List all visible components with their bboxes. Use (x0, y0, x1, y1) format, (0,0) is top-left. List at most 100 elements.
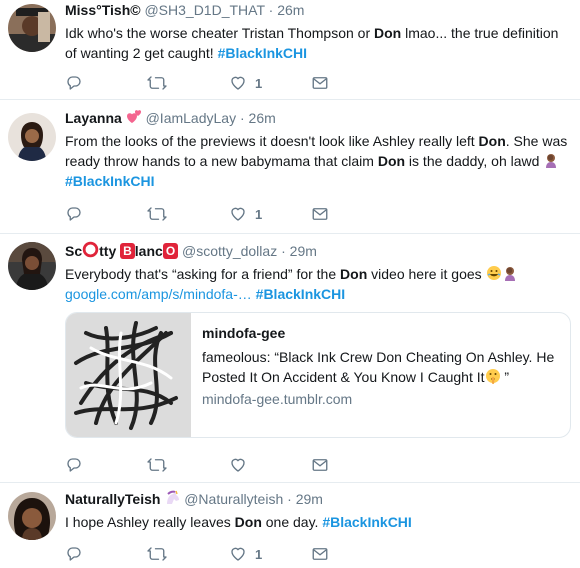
timestamp[interactable]: 29m (296, 491, 323, 507)
retweet-icon (147, 458, 167, 472)
retweet-button[interactable] (147, 544, 229, 564)
display-name[interactable]: Sc tty Blanc O (65, 241, 179, 259)
red-circle-o-emoji-icon (82, 241, 99, 258)
reply-button[interactable] (65, 73, 147, 93)
hashtag-link[interactable]: #BlackInkCHI (256, 286, 345, 302)
user-handle[interactable]: @IamLadyLay (146, 110, 236, 126)
like-button[interactable]: 1 (229, 204, 311, 224)
highlighted-term: Don (234, 514, 262, 530)
tweet-text: Everybody that's “asking for a friend” f… (65, 264, 572, 304)
envelope-icon (312, 77, 328, 89)
retweet-icon (147, 547, 167, 561)
tweet-header: Miss°Tish© @SH3_D1D_THAT · 26m (65, 1, 572, 19)
tweet-header: Sc tty Blanc O @scotty_dollaz · 29m (65, 241, 572, 260)
retweet-button[interactable] (147, 204, 229, 224)
heart-icon (231, 547, 245, 561)
envelope-icon (312, 459, 328, 471)
reply-button[interactable] (65, 455, 147, 475)
url-link[interactable]: google.com/amp/s/mindofa-… (65, 286, 252, 302)
text-segment: is the daddy, oh lawd (405, 153, 544, 169)
card-thumbnail (66, 313, 191, 437)
retweet-button[interactable] (147, 455, 229, 475)
avatar[interactable] (8, 492, 56, 540)
facepalm-emoji-icon (546, 154, 557, 168)
hashtag-link[interactable]: #BlackInkCHI (322, 514, 411, 530)
like-count: 1 (255, 206, 263, 222)
highlighted-term: Don (377, 153, 406, 169)
display-name[interactable]: Layanna (65, 110, 122, 126)
tweet[interactable]: Layanna @IamLadyLay · 26m From the looks… (0, 100, 580, 234)
hashtag-link[interactable]: #BlackInkCHI (218, 45, 307, 61)
reply-icon (67, 458, 81, 472)
tweet[interactable]: Sc tty Blanc O @scotty_dollaz · 29m Everyb… (0, 234, 580, 483)
rofl-emoji-icon (486, 266, 501, 280)
tweet-text: Idk who's the worse cheater Tristan Thom… (65, 23, 572, 63)
facepalm-emoji-icon (504, 267, 515, 281)
tweet-header: NaturallyTeish @Naturallyteish · 29m (65, 490, 572, 508)
reply-icon (67, 207, 81, 221)
unicorn-emoji-icon (167, 490, 180, 504)
like-count: 1 (255, 546, 263, 562)
text-segment: Idk who's the worse cheater Tristan Thom… (65, 25, 375, 41)
name-part: lanc (134, 243, 163, 259)
hashtag-link[interactable]: #BlackInkCHI (65, 173, 154, 189)
tweet-feed: Miss°Tish© @SH3_D1D_THAT · 26m Idk who's… (0, 0, 580, 568)
envelope-icon (312, 208, 328, 220)
envelope-icon (312, 548, 328, 560)
direct-message-button[interactable] (311, 73, 393, 93)
timestamp[interactable]: 26m (277, 2, 304, 18)
tweet-text: From the looks of the previews it doesn'… (65, 131, 572, 191)
avatar[interactable] (8, 4, 56, 52)
timestamp[interactable]: 26m (249, 110, 276, 126)
tweet-actions: 1 (65, 204, 393, 224)
timestamp[interactable]: 29m (290, 243, 317, 259)
text-segment: one day. (261, 514, 323, 530)
separator-dot: · (281, 243, 286, 259)
avatar[interactable] (8, 242, 56, 290)
like-button[interactable]: 1 (229, 73, 311, 93)
card-domain: mindofa-gee.tumblr.com (202, 391, 353, 407)
heart-icon (231, 76, 245, 90)
text-segment: video here it goes (367, 266, 486, 282)
retweet-button[interactable] (147, 73, 229, 93)
tweet-actions: 1 (65, 544, 393, 564)
like-button[interactable] (229, 455, 311, 475)
separator-dot: · (268, 2, 274, 18)
retweet-icon (147, 76, 167, 90)
like-button[interactable]: 1 (229, 544, 311, 564)
display-name[interactable]: Miss°Tish© (65, 2, 141, 18)
direct-message-button[interactable] (311, 204, 393, 224)
heart-icon (231, 458, 245, 472)
display-name[interactable]: NaturallyTeish (65, 491, 160, 507)
user-handle[interactable]: @SH3_D1D_THAT (144, 2, 264, 18)
like-count: 1 (255, 75, 263, 91)
user-handle[interactable]: @scotty_dollaz (182, 243, 277, 259)
hearts-emoji-icon (126, 110, 141, 123)
user-handle[interactable]: @Naturallyteish (184, 491, 283, 507)
shushing-face-emoji-icon (485, 369, 500, 384)
tweet-text: I hope Ashley really leaves Don one day.… (65, 512, 572, 532)
direct-message-button[interactable] (311, 544, 393, 564)
link-preview-card[interactable]: mindofa-gee fameolous: “Black Ink Crew D… (65, 312, 571, 438)
tweet[interactable]: NaturallyTeish @Naturallyteish · 29m I h… (0, 483, 580, 568)
highlighted-term: Don (478, 133, 506, 149)
tweet-actions: 1 (65, 73, 393, 93)
reply-button[interactable] (65, 204, 147, 224)
heart-icon (231, 207, 245, 221)
highlighted-term: Don (340, 266, 368, 282)
name-part: Sc (65, 243, 83, 259)
retweet-icon (147, 207, 167, 221)
name-part: tty (99, 243, 121, 259)
avatar[interactable] (8, 113, 56, 161)
text-segment: From the looks of the previews it doesn'… (65, 133, 479, 149)
b-button-emoji-icon: B (120, 243, 135, 259)
reply-button[interactable] (65, 544, 147, 564)
separator-dot: · (239, 110, 245, 126)
reply-icon (67, 76, 81, 90)
highlighted-term: Don (374, 25, 402, 41)
card-description-end: ” (500, 369, 510, 385)
direct-message-button[interactable] (311, 455, 393, 475)
card-title: mindofa-gee (202, 325, 286, 341)
reply-icon (67, 547, 81, 561)
tweet[interactable]: Miss°Tish© @SH3_D1D_THAT · 26m Idk who's… (0, 0, 580, 100)
